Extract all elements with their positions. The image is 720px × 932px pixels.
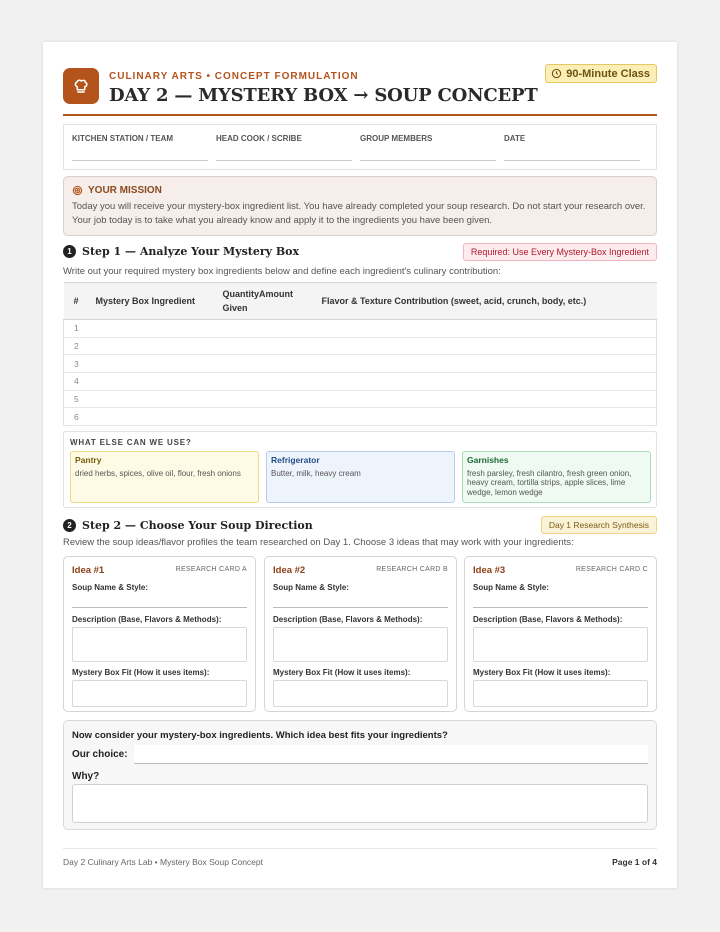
available-title: WHAT ELSE CAN WE USE? bbox=[70, 438, 192, 447]
clock-icon bbox=[552, 68, 562, 79]
head-cook-label: HEAD COOK / SCRIBE bbox=[216, 134, 302, 143]
soup-name-label: Soup Name & Style: bbox=[273, 583, 350, 592]
group-members-label: GROUP MEMBERS bbox=[360, 134, 433, 143]
idea-card-1: Idea #1 RESEARCH CARD A Soup Name & Styl… bbox=[63, 556, 256, 712]
table-row[interactable]: 3 bbox=[63, 354, 657, 374]
final-choice-box: Now consider your mystery-box ingredient… bbox=[63, 720, 657, 830]
pantry-items: dried herbs, spices, olive oil, flour, f… bbox=[75, 468, 241, 478]
refrigerator-label: Refrigerator bbox=[271, 455, 320, 465]
station-field[interactable]: KITCHEN STATION / TEAM bbox=[72, 125, 216, 169]
col-quantity: QuantityAmount Given bbox=[212, 282, 312, 320]
page-footer: Day 2 Culinary Arts Lab • Mystery Box So… bbox=[63, 848, 657, 867]
our-choice-label: Our choice: bbox=[72, 749, 128, 760]
step2-title: Step 2 — Choose Your Soup Direction bbox=[82, 519, 313, 532]
page-number: Page 1 of 4 bbox=[612, 857, 657, 867]
step2-header: 2 Step 2 — Choose Your Soup Direction bbox=[63, 519, 313, 532]
date-label: DATE bbox=[504, 134, 526, 143]
description-label: Description (Base, Flavors & Methods): bbox=[473, 615, 623, 624]
research-card-label: RESEARCH CARD B bbox=[376, 566, 448, 573]
mission-heading: YOUR MISSION bbox=[88, 185, 162, 196]
research-tag: Day 1 Research Synthesis bbox=[540, 516, 657, 534]
team-info-fields: KITCHEN STATION / TEAM HEAD COOK / SCRIB… bbox=[63, 124, 657, 170]
soup-name-field[interactable] bbox=[72, 592, 247, 608]
available-ingredients-box: WHAT ELSE CAN WE USE? Pantry dried herbs… bbox=[63, 431, 657, 508]
fit-label: Mystery Box Fit (How it uses items): bbox=[72, 668, 210, 677]
idea-title: Idea #3 bbox=[473, 565, 506, 576]
table-row[interactable]: 2 bbox=[63, 337, 657, 356]
garnishes-label: Garnishes bbox=[467, 455, 509, 465]
duration-label: 90-Minute Class bbox=[566, 67, 650, 80]
step2-number: 2 bbox=[63, 519, 76, 532]
idea-title: Idea #2 bbox=[273, 565, 306, 576]
table-row[interactable]: 6 bbox=[63, 407, 657, 427]
refrigerator-card: Refrigerator Butter, milk, heavy cream bbox=[266, 451, 455, 503]
our-choice-field[interactable] bbox=[134, 745, 648, 764]
date-field[interactable]: DATE bbox=[504, 125, 648, 169]
pantry-label: Pantry bbox=[75, 455, 102, 465]
course-kicker: CULINARY ARTS • CONCEPT FORMULATION bbox=[109, 71, 359, 82]
table-row[interactable]: 1 bbox=[63, 319, 657, 338]
soup-name-field[interactable] bbox=[273, 592, 448, 608]
step1-title: Step 1 — Analyze Your Mystery Box bbox=[82, 245, 300, 258]
head-cook-field[interactable]: HEAD COOK / SCRIBE bbox=[216, 125, 360, 169]
footer-course: Day 2 Culinary Arts Lab • Mystery Box So… bbox=[63, 857, 263, 867]
table-header-row: # Mystery Box Ingredient QuantityAmount … bbox=[63, 282, 657, 320]
ingredient-table: # Mystery Box Ingredient QuantityAmount … bbox=[63, 282, 657, 427]
required-tag: Required: Use Every Mystery-Box Ingredie… bbox=[462, 243, 657, 261]
table-row[interactable]: 5 bbox=[63, 390, 657, 409]
step1-number: 1 bbox=[63, 245, 76, 258]
col-number: # bbox=[63, 282, 86, 320]
fit-label: Mystery Box Fit (How it uses items): bbox=[273, 668, 411, 677]
fit-field[interactable] bbox=[273, 680, 448, 707]
chef-hat-icon bbox=[63, 68, 99, 104]
why-field[interactable] bbox=[72, 784, 648, 823]
col-contribution: Flavor & Texture Contribution (sweet, ac… bbox=[311, 282, 657, 320]
description-field[interactable] bbox=[72, 627, 247, 662]
research-card-label: RESEARCH CARD C bbox=[575, 566, 648, 573]
idea-card-2: Idea #2 RESEARCH CARD B Soup Name & Styl… bbox=[264, 556, 457, 712]
description-label: Description (Base, Flavors & Methods): bbox=[72, 615, 222, 624]
garnishes-card: Garnishes fresh parsley, fresh cilantro,… bbox=[462, 451, 651, 503]
page-title: DAY 2 — MYSTERY BOX → SOUP CONCEPT bbox=[109, 85, 538, 106]
why-label: Why? bbox=[72, 771, 100, 782]
description-field[interactable] bbox=[473, 627, 648, 662]
soup-name-label: Soup Name & Style: bbox=[473, 583, 550, 592]
table-row[interactable]: 4 bbox=[63, 372, 657, 391]
refrigerator-items: Butter, milk, heavy cream bbox=[271, 468, 361, 478]
group-members-field[interactable]: GROUP MEMBERS bbox=[360, 125, 504, 169]
step1-instruction: Write out your required mystery box ingr… bbox=[63, 266, 501, 277]
soup-name-label: Soup Name & Style: bbox=[72, 583, 149, 592]
fit-label: Mystery Box Fit (How it uses items): bbox=[473, 668, 611, 677]
idea-title: Idea #1 bbox=[72, 565, 105, 576]
page-header: CULINARY ARTS • CONCEPT FORMULATION DAY … bbox=[63, 64, 657, 116]
fit-field[interactable] bbox=[473, 680, 648, 707]
duration-badge: 90-Minute Class bbox=[545, 64, 657, 83]
mission-box: YOUR MISSION Today you will receive your… bbox=[63, 176, 657, 236]
fit-field[interactable] bbox=[72, 680, 247, 707]
station-label: KITCHEN STATION / TEAM bbox=[72, 134, 174, 143]
research-card-label: RESEARCH CARD A bbox=[175, 566, 247, 573]
step2-instruction: Review the soup ideas/flavor profiles th… bbox=[63, 537, 574, 548]
worksheet-page: CULINARY ARTS • CONCEPT FORMULATION DAY … bbox=[43, 42, 677, 888]
mission-text: Today you will receive your mystery-box … bbox=[72, 201, 646, 226]
step1-header: 1 Step 1 — Analyze Your Mystery Box bbox=[63, 245, 299, 258]
col-ingredient: Mystery Box Ingredient bbox=[85, 282, 213, 320]
target-icon bbox=[72, 185, 83, 196]
idea-card-3: Idea #3 RESEARCH CARD C Soup Name & Styl… bbox=[464, 556, 657, 712]
garnishes-items: fresh parsley, fresh cilantro, fresh gre… bbox=[467, 468, 632, 497]
choice-question: Now consider your mystery-box ingredient… bbox=[72, 730, 448, 741]
pantry-card: Pantry dried herbs, spices, olive oil, f… bbox=[70, 451, 259, 503]
description-label: Description (Base, Flavors & Methods): bbox=[273, 615, 423, 624]
soup-name-field[interactable] bbox=[473, 592, 648, 608]
description-field[interactable] bbox=[273, 627, 448, 662]
